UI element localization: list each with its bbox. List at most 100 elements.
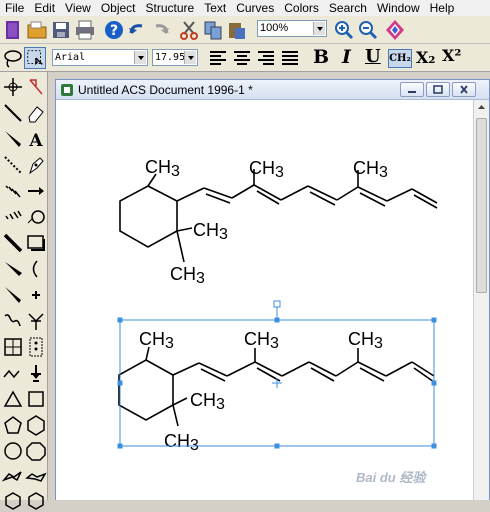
menu-structure[interactable]: Structure xyxy=(141,0,200,16)
wedge-bond-icon[interactable] xyxy=(2,128,24,150)
menu-search[interactable]: Search xyxy=(324,0,372,16)
font-name-select[interactable]: Arial xyxy=(52,49,148,66)
restore-button[interactable] xyxy=(426,82,450,97)
menu-file[interactable]: File xyxy=(0,0,29,16)
menu-window[interactable]: Window xyxy=(372,0,425,16)
bold-bond-icon[interactable] xyxy=(2,232,24,254)
text-tool-icon[interactable]: A xyxy=(25,128,47,150)
minimize-button[interactable] xyxy=(400,82,424,97)
eraser-icon[interactable] xyxy=(25,102,47,124)
redo-icon[interactable] xyxy=(150,19,172,41)
bond-tool-icon[interactable] xyxy=(2,102,24,124)
tlc-tool-icon[interactable] xyxy=(25,336,47,358)
align-center-icon[interactable] xyxy=(231,47,253,69)
paste-icon[interactable] xyxy=(226,19,248,41)
cyclopentane-icon[interactable] xyxy=(2,414,24,436)
label-ch3: CH3 xyxy=(164,431,199,454)
marquee-icon[interactable] xyxy=(24,47,46,69)
italic-button[interactable]: I xyxy=(342,46,351,68)
molecule-top[interactable] xyxy=(119,169,438,263)
selection-handle xyxy=(274,317,280,323)
label-ch3: CH3 xyxy=(353,158,388,181)
chevron-down-icon[interactable] xyxy=(184,51,196,64)
print-icon[interactable] xyxy=(74,19,96,41)
align-right-icon[interactable] xyxy=(255,47,277,69)
superscript-button[interactable]: X² xyxy=(442,46,461,65)
undo-icon[interactable] xyxy=(126,19,148,41)
cyclopentadiene-icon[interactable] xyxy=(25,490,47,512)
drawing-elements-icon[interactable] xyxy=(25,232,47,254)
rotate-tool-icon[interactable] xyxy=(25,76,47,98)
drawing-canvas[interactable]: CH3 CH3 CH3 CH3 CH3 CH3 CH3 CH3 CH3 CH3 … xyxy=(56,100,473,500)
arrow-tool-icon[interactable] xyxy=(25,180,47,202)
pointer-tool-icon[interactable] xyxy=(2,76,24,98)
bold-button[interactable]: B xyxy=(313,46,329,68)
menu-bar: File Edit View Object Structure Text Cur… xyxy=(0,0,490,16)
copy-icon[interactable] xyxy=(202,19,224,41)
chair-1-icon[interactable] xyxy=(2,466,24,488)
restore-icon xyxy=(433,85,443,94)
close-icon xyxy=(460,85,468,94)
subscript-button[interactable]: X₂ xyxy=(416,48,435,67)
cyclohexane-icon[interactable] xyxy=(25,414,47,436)
open-folder-icon[interactable] xyxy=(26,19,48,41)
label-ch3: CH3 xyxy=(190,390,225,413)
chair-2-icon[interactable] xyxy=(25,466,47,488)
new-document-icon[interactable] xyxy=(2,19,24,41)
menu-colors[interactable]: Colors xyxy=(279,0,324,16)
orbital-tool-icon[interactable] xyxy=(25,206,47,228)
zoom-select[interactable]: 100% xyxy=(257,20,327,37)
hollow-wedge-icon[interactable] xyxy=(2,284,24,306)
tool-palette: A xyxy=(0,72,48,510)
zoom-value: 100% xyxy=(260,22,289,34)
chain-tool-icon[interactable] xyxy=(2,362,24,384)
document-window: Untitled ACS Document 1996-1 * CH3 CH3 C… xyxy=(55,79,490,500)
cut-icon[interactable] xyxy=(178,19,200,41)
cyclopropane-icon[interactable] xyxy=(2,388,24,410)
text-format-toolbar: Arial 17.95 B I U CH₂ X₂ X² xyxy=(0,44,490,72)
benzene-icon[interactable] xyxy=(2,490,24,512)
cycloheptane-icon[interactable] xyxy=(2,440,24,462)
menu-edit[interactable]: Edit xyxy=(29,0,60,16)
object-icon[interactable] xyxy=(384,19,406,41)
bracket-tool-icon[interactable] xyxy=(25,258,47,280)
chevron-down-icon[interactable] xyxy=(313,22,325,35)
lasso-icon[interactable] xyxy=(2,47,24,69)
vertical-scrollbar[interactable] xyxy=(473,100,489,500)
hashed-wedge-icon[interactable] xyxy=(2,180,24,202)
underline-button[interactable]: U xyxy=(365,46,381,67)
chemical-format-button[interactable]: CH₂ xyxy=(388,49,412,68)
menu-help[interactable]: Help xyxy=(425,0,460,16)
dashed-bond-icon[interactable] xyxy=(2,154,24,176)
help-icon[interactable]: ? xyxy=(103,19,125,41)
standard-toolbar: ? 100% xyxy=(0,16,490,44)
scroll-up-icon[interactable] xyxy=(474,100,489,115)
label-ch3: CH3 xyxy=(193,220,228,243)
font-size-select[interactable]: 17.95 xyxy=(152,49,198,66)
cyclooctane-icon[interactable] xyxy=(25,440,47,462)
menu-object[interactable]: Object xyxy=(96,0,141,16)
chemical-symbols-icon[interactable] xyxy=(25,362,47,384)
close-button[interactable] xyxy=(452,82,476,97)
chevron-down-icon[interactable] xyxy=(134,51,146,64)
zoom-out-icon[interactable] xyxy=(357,19,379,41)
save-icon[interactable] xyxy=(50,19,72,41)
zoom-in-icon[interactable] xyxy=(333,19,355,41)
pen-tool-icon[interactable] xyxy=(25,154,47,176)
minimize-icon xyxy=(408,91,416,93)
bold-wedge-icon[interactable] xyxy=(2,258,24,280)
table-tool-icon[interactable] xyxy=(2,336,24,358)
justify-icon[interactable] xyxy=(279,47,301,69)
label-ch3: CH3 xyxy=(145,157,180,180)
menu-curves[interactable]: Curves xyxy=(231,0,279,16)
menu-text[interactable]: Text xyxy=(199,0,231,16)
template-tool-icon[interactable] xyxy=(25,310,47,332)
wavy-bond-icon[interactable] xyxy=(2,310,24,332)
align-left-icon[interactable] xyxy=(207,47,229,69)
cyclobutane-icon[interactable] xyxy=(25,388,47,410)
scroll-thumb[interactable] xyxy=(476,118,487,293)
document-titlebar[interactable]: Untitled ACS Document 1996-1 * xyxy=(56,80,489,100)
menu-view[interactable]: View xyxy=(60,0,96,16)
hashed-bond-icon[interactable] xyxy=(2,206,24,228)
charge-tool-icon[interactable] xyxy=(25,284,47,306)
